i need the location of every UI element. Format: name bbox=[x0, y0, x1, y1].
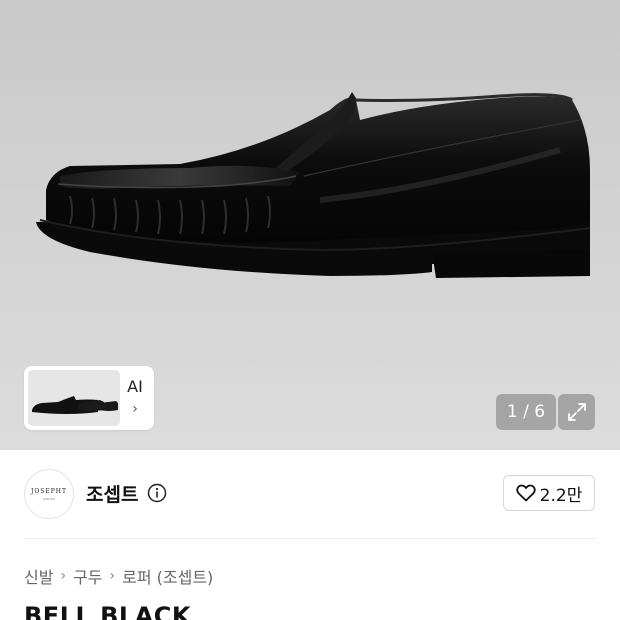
expand-button[interactable] bbox=[558, 394, 595, 430]
product-image-gallery[interactable]: AI › 1 / 6 bbox=[0, 0, 620, 450]
image-counter: 1 / 6 bbox=[496, 394, 556, 430]
chevron-right-icon: › bbox=[132, 401, 138, 417]
breadcrumb-item-loafers[interactable]: 로퍼 (조셉트) bbox=[122, 564, 213, 588]
chevron-right-icon: › bbox=[109, 568, 116, 584]
thumbnail-image bbox=[28, 370, 120, 426]
info-icon[interactable] bbox=[147, 483, 167, 503]
brand-row: JOSEPHT ATELIER 조셉트 2.2만 bbox=[0, 450, 620, 538]
ai-style-thumbnail-button[interactable]: AI › bbox=[24, 366, 154, 430]
expand-arrows-icon bbox=[567, 403, 586, 421]
brand-logo[interactable]: JOSEPHT ATELIER bbox=[24, 469, 74, 519]
divider bbox=[24, 538, 596, 539]
chevron-right-icon: › bbox=[60, 568, 67, 584]
brand-logo-subtext: ATELIER bbox=[42, 496, 56, 501]
brand-logo-text: JOSEPHT bbox=[30, 487, 68, 495]
brand-like-button[interactable]: 2.2만 bbox=[503, 475, 595, 511]
product-title: BELL BLACK bbox=[24, 602, 191, 620]
ai-label: AI bbox=[127, 377, 143, 396]
brand-name[interactable]: 조셉트 bbox=[86, 480, 138, 507]
breadcrumb-item-dress-shoes[interactable]: 구두 bbox=[73, 564, 102, 588]
breadcrumb-item-shoes[interactable]: 신발 bbox=[24, 564, 53, 588]
like-count: 2.2만 bbox=[539, 485, 583, 506]
heart-icon bbox=[516, 484, 536, 502]
breadcrumb: 신발 › 구두 › 로퍼 (조셉트) bbox=[24, 564, 213, 588]
